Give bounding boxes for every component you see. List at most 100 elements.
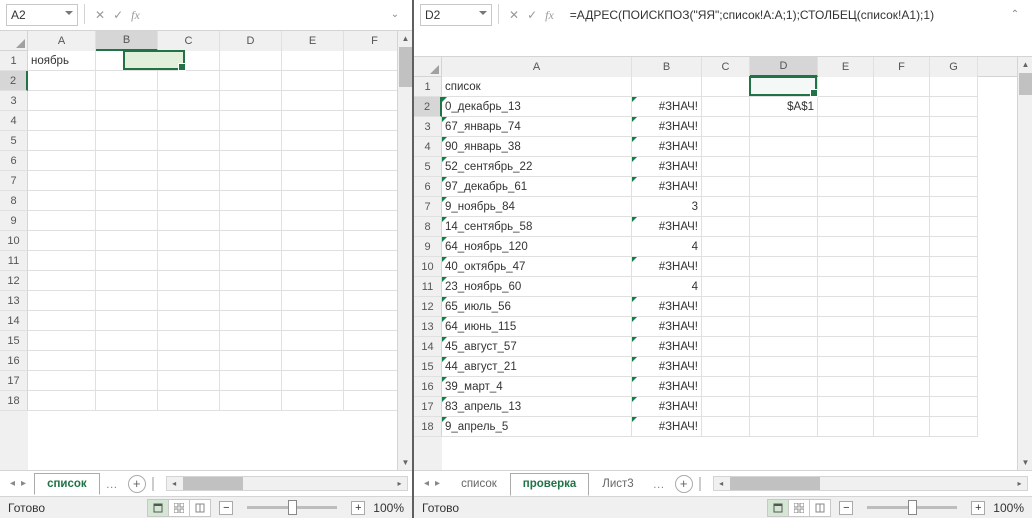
expand-icon[interactable]: ⌄ xyxy=(388,8,402,22)
cell[interactable]: 14_сентябрь_58 xyxy=(442,217,632,237)
row-header[interactable]: 7 xyxy=(0,171,28,191)
cell[interactable] xyxy=(344,351,397,371)
zoom-out-icon[interactable]: − xyxy=(219,501,233,515)
cell[interactable]: #ЗНАЧ! xyxy=(632,257,702,277)
cell[interactable] xyxy=(158,331,220,351)
cell[interactable] xyxy=(702,277,750,297)
cell[interactable] xyxy=(28,291,96,311)
cell[interactable] xyxy=(282,51,344,71)
cell[interactable] xyxy=(158,371,220,391)
select-all-corner[interactable] xyxy=(414,57,442,77)
cell[interactable] xyxy=(158,251,220,271)
cell[interactable] xyxy=(158,211,220,231)
row-header[interactable]: 6 xyxy=(414,177,442,197)
cell[interactable]: #ЗНАЧ! xyxy=(632,397,702,417)
cell[interactable]: 45_август_57 xyxy=(442,337,632,357)
formula-input[interactable]: ⌄ xyxy=(150,4,406,26)
cell[interactable]: $A$1 xyxy=(750,97,818,117)
cell[interactable] xyxy=(344,171,397,191)
cell[interactable] xyxy=(702,257,750,277)
cell[interactable] xyxy=(818,337,874,357)
row-header[interactable]: 2 xyxy=(0,71,28,91)
cell[interactable] xyxy=(344,291,397,311)
cell[interactable] xyxy=(282,131,344,151)
row-header[interactable]: 8 xyxy=(414,217,442,237)
column-header[interactable]: A xyxy=(28,31,96,51)
cell[interactable] xyxy=(96,111,158,131)
cell[interactable] xyxy=(930,357,978,377)
tab-first-icon[interactable]: ◂ xyxy=(8,476,17,491)
cell[interactable]: 65_июль_56 xyxy=(442,297,632,317)
cell[interactable] xyxy=(874,217,930,237)
cell[interactable] xyxy=(96,131,158,151)
cell[interactable] xyxy=(96,91,158,111)
cell[interactable] xyxy=(220,151,282,171)
zoom-level[interactable]: 100% xyxy=(993,501,1024,515)
cell[interactable] xyxy=(344,231,397,251)
cell[interactable]: #ЗНАЧ! xyxy=(632,217,702,237)
cell[interactable] xyxy=(702,117,750,137)
cell[interactable] xyxy=(96,291,158,311)
cell[interactable] xyxy=(282,331,344,351)
cell[interactable] xyxy=(96,171,158,191)
cell[interactable] xyxy=(158,171,220,191)
row-header[interactable]: 16 xyxy=(0,351,28,371)
row-header[interactable]: 6 xyxy=(0,151,28,171)
cell[interactable] xyxy=(874,317,930,337)
cell[interactable] xyxy=(818,257,874,277)
cell[interactable] xyxy=(282,231,344,251)
cell[interactable]: 83_апрель_13 xyxy=(442,397,632,417)
cell[interactable] xyxy=(750,177,818,197)
row-header[interactable]: 14 xyxy=(0,311,28,331)
zoom-in-icon[interactable]: + xyxy=(351,501,365,515)
cell[interactable] xyxy=(930,337,978,357)
cell[interactable] xyxy=(818,357,874,377)
fx-icon[interactable]: fx xyxy=(545,8,554,23)
cell[interactable] xyxy=(220,331,282,351)
vertical-scrollbar[interactable]: ▲ ▼ xyxy=(397,31,412,470)
cell[interactable] xyxy=(344,111,397,131)
cell[interactable]: #ЗНАЧ! xyxy=(632,177,702,197)
cell[interactable] xyxy=(750,137,818,157)
row-header[interactable]: 3 xyxy=(0,91,28,111)
zoom-slider[interactable] xyxy=(247,506,337,509)
cell[interactable] xyxy=(874,97,930,117)
cell[interactable] xyxy=(28,351,96,371)
cell[interactable]: 44_август_21 xyxy=(442,357,632,377)
cell[interactable] xyxy=(220,371,282,391)
chevron-down-icon[interactable] xyxy=(479,11,487,19)
grid[interactable]: 123456789101112131415161718 ABCDEFG спис… xyxy=(414,57,1032,470)
cell[interactable] xyxy=(818,317,874,337)
cell[interactable] xyxy=(874,297,930,317)
cell[interactable]: #ЗНАЧ! xyxy=(632,157,702,177)
cell[interactable] xyxy=(344,131,397,151)
cell[interactable]: 40_октябрь_47 xyxy=(442,257,632,277)
cell[interactable] xyxy=(282,311,344,331)
sheet-tab[interactable]: список xyxy=(34,473,100,495)
cell[interactable] xyxy=(282,111,344,131)
cell[interactable]: 97_декабрь_61 xyxy=(442,177,632,197)
row-header[interactable]: 18 xyxy=(414,417,442,437)
row-header[interactable]: 15 xyxy=(0,331,28,351)
cell[interactable] xyxy=(818,97,874,117)
row-header[interactable]: 1 xyxy=(0,51,28,71)
cell[interactable] xyxy=(750,337,818,357)
cell[interactable] xyxy=(96,311,158,331)
cell[interactable] xyxy=(220,311,282,331)
vertical-scrollbar[interactable]: ▲ ▼ xyxy=(1017,57,1032,470)
tabs-more-icon[interactable]: … xyxy=(649,477,669,491)
cell[interactable] xyxy=(874,137,930,157)
scroll-up-icon[interactable]: ▲ xyxy=(398,31,412,46)
cell[interactable] xyxy=(28,311,96,331)
select-all-corner[interactable] xyxy=(0,31,28,51)
cell[interactable] xyxy=(930,237,978,257)
cell[interactable] xyxy=(874,377,930,397)
cell[interactable] xyxy=(344,331,397,351)
cell[interactable] xyxy=(930,177,978,197)
row-header[interactable]: 8 xyxy=(0,191,28,211)
cell[interactable]: #ЗНАЧ! xyxy=(632,117,702,137)
cell[interactable] xyxy=(818,417,874,437)
cell[interactable]: 9_апрель_5 xyxy=(442,417,632,437)
cell[interactable] xyxy=(702,417,750,437)
row-header[interactable]: 12 xyxy=(414,297,442,317)
